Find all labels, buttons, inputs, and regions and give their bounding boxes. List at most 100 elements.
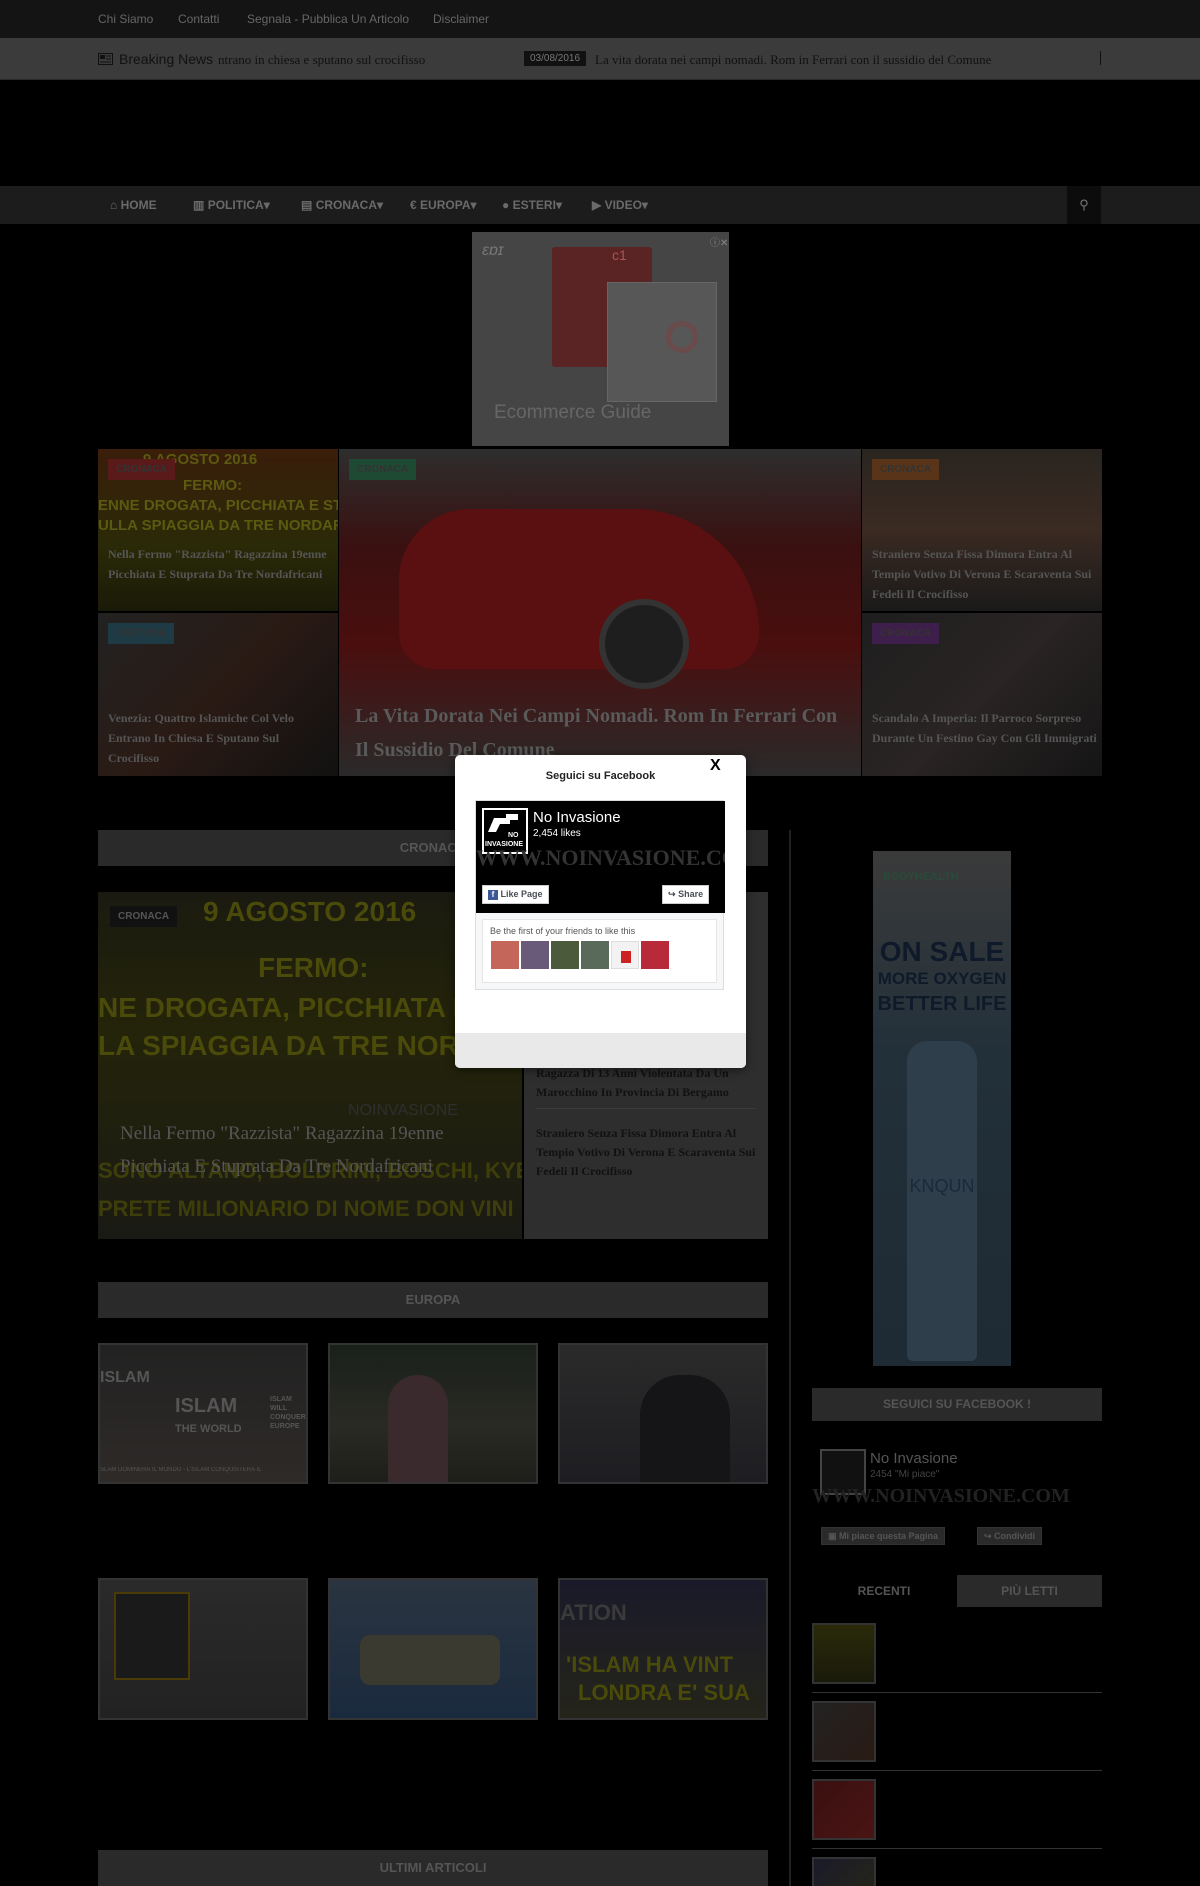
ad-caption: Ecommerce Guide	[494, 402, 652, 423]
category-badge[interactable]: CRONACA	[110, 906, 178, 927]
nav-cronaca[interactable]: ▤ CRONACA▾	[301, 198, 383, 212]
search-button[interactable]: ⚲	[1067, 186, 1101, 224]
breaking-item-2-date: 03/08/2016	[524, 51, 587, 66]
car-image-shape	[399, 509, 759, 669]
fb-likes-count: 2454 "Mi piace"	[870, 1469, 940, 1480]
friend-avatar[interactable]	[611, 941, 639, 969]
friend-avatar[interactable]	[641, 941, 669, 969]
link-segnala[interactable]: Segnala - Pubblica Un Articolo	[247, 12, 409, 26]
modal-title: Seguici su Facebook	[545, 770, 656, 782]
tab-recenti[interactable]: RECENTI	[812, 1575, 956, 1607]
ad-banner-top[interactable]: ɛɒɪ ⓘ✕ c1 Ecommerce Guide	[472, 232, 729, 446]
recent-item[interactable]	[812, 1693, 1102, 1771]
fb-share-button[interactable]: ↪ Share	[662, 885, 710, 904]
no-invasione-logo-icon	[488, 814, 518, 832]
category-badge[interactable]: CRONACA	[872, 623, 940, 644]
friend-avatar[interactable]	[491, 941, 519, 969]
fb-page-name[interactable]: No Invasione	[533, 809, 621, 826]
water-bottle	[907, 1041, 977, 1361]
list-divider	[536, 1108, 756, 1109]
facebook-icon: ▣	[828, 1531, 837, 1541]
hero-title[interactable]: Straniero Senza Fissa Dimora Entra Al Te…	[872, 544, 1100, 604]
ad-close-icon[interactable]: ⓘ✕	[710, 234, 728, 249]
fb-share-button[interactable]: ↪ Condividi	[977, 1527, 1043, 1545]
breaking-news-label: Breaking News	[98, 51, 213, 67]
europa-thumb-2[interactable]	[328, 1343, 538, 1484]
share-icon: ↪	[668, 889, 676, 899]
breaking-item-1[interactable]: ntrano in chiesa e sputano sul crocifiss…	[218, 52, 425, 68]
friend-avatar[interactable]	[551, 941, 579, 969]
fb-banner-text: WWW.NOINVASIONE.COM	[476, 845, 725, 870]
link-contatti[interactable]: Contatti	[178, 12, 219, 26]
wanted-photo-frame	[114, 1592, 190, 1680]
boat-shape	[360, 1635, 500, 1685]
person-silhouette	[388, 1375, 448, 1482]
europa-thumb-6[interactable]: ATION 'ISLAM HA VINT LONDRA E' SUA	[558, 1578, 768, 1720]
euro-icon: €	[410, 198, 417, 212]
hero-tile-right-bottom[interactable]: CRONACA Scandalo A Imperia: Il Parroco S…	[862, 613, 1102, 776]
fb-page-name[interactable]: No Invasione	[870, 1450, 958, 1467]
main-nav: ⌂ HOME ▥ POLITICA▾ ▤ CRONACA▾ € EUROPA▾ …	[0, 186, 1200, 224]
people-silhouette	[640, 1375, 730, 1482]
europa-thumb-4[interactable]	[98, 1578, 308, 1720]
nav-esteri[interactable]: ● ESTERI▾	[502, 198, 562, 212]
category-badge[interactable]: CRONACA	[349, 459, 417, 480]
facebook-modal: Seguici su Facebook X NO INVASIONE No In…	[455, 755, 746, 1068]
link-disclaimer[interactable]: Disclaimer	[433, 12, 489, 26]
hero-title[interactable]: Venezia: Quattro Islamiche Col Velo Entr…	[108, 708, 333, 768]
nav-video[interactable]: ▶ VIDEO▾	[592, 198, 648, 212]
modal-close-button[interactable]: X	[710, 757, 721, 775]
recent-thumb	[812, 1779, 876, 1840]
cronaca-list-item[interactable]: Ragazza Di 13 Anni Violentata Da Un Maro…	[536, 1064, 760, 1102]
europa-thumb-1[interactable]: ISLAM ISLAM THE WORLD ISLAM WILL CONQUER…	[98, 1343, 308, 1484]
car-wheel	[599, 599, 689, 689]
recent-thumb[interactable]	[812, 1857, 876, 1886]
breaking-separator	[1100, 51, 1101, 65]
nav-home[interactable]: ⌂ HOME	[110, 198, 157, 212]
breaking-item-2[interactable]: La vita dorata nei campi nomadi. Rom in …	[595, 52, 991, 68]
ad-card	[607, 282, 717, 402]
newspaper-icon	[98, 53, 113, 65]
friend-avatar[interactable]	[581, 941, 609, 969]
bank-icon: ▥	[193, 198, 205, 212]
recent-item[interactable]	[812, 1771, 1102, 1849]
hero-title[interactable]: Scandalo A Imperia: Il Parroco Sorpreso …	[872, 708, 1100, 748]
video-icon: ▶	[592, 198, 602, 212]
fb-like-page-button[interactable]: f Like Page	[482, 885, 549, 904]
top-bar: Chi Siamo Contatti Segnala - Pubblica Un…	[0, 0, 1200, 38]
recent-thumb	[812, 1623, 876, 1684]
europa-thumb-3[interactable]	[558, 1343, 768, 1484]
fb-banner-text: WWW.NOINVASIONE.COM	[812, 1485, 1070, 1507]
cronaca-list-item[interactable]: Straniero Senza Fissa Dimora Entra Al Te…	[536, 1124, 760, 1181]
category-badge[interactable]: CROTONE	[108, 623, 174, 644]
search-icon: ⚲	[1079, 197, 1089, 212]
section-header-europa[interactable]: EUROPA	[98, 1282, 768, 1318]
featured-title[interactable]: Nella Fermo "Razzista" Ragazzina 19enne …	[120, 1117, 470, 1183]
sidebar-divider	[789, 830, 791, 1886]
hero-title[interactable]: Nella Fermo "Razzista" Ragazzina 19enne …	[108, 544, 333, 584]
hero-tile-left-bottom[interactable]: CROTONE Venezia: Quattro Islamiche Col V…	[98, 613, 338, 776]
section-header-ultimi[interactable]: ULTIMI ARTICOLI	[98, 1850, 768, 1886]
newspaper-icon: ▤	[301, 198, 313, 212]
fb-cover: NO INVASIONE No Invasione 2,454 likes WW…	[476, 801, 725, 913]
category-badge[interactable]: CRONACA	[872, 459, 940, 480]
tab-piu-letti[interactable]: PIÙ LETTI	[957, 1575, 1102, 1607]
hero-tile-right-top[interactable]: CRONACA Straniero Senza Fissa Dimora Ent…	[862, 449, 1102, 611]
friend-avatar[interactable]	[521, 941, 549, 969]
breaking-news-bar: Breaking News ntrano in chiesa e sputano…	[0, 38, 1200, 80]
nav-europa[interactable]: € EUROPA▾	[410, 198, 477, 212]
category-badge[interactable]: CRONACA	[108, 459, 176, 480]
recent-item[interactable]	[812, 1615, 1102, 1693]
europa-thumb-5[interactable]	[328, 1578, 538, 1720]
fb-friends-text: Be the first of your friends to like thi…	[490, 926, 636, 936]
link-chi-siamo[interactable]: Chi Siamo	[98, 12, 153, 26]
modal-footer	[455, 1033, 746, 1068]
fb-like-button[interactable]: ▣ Mi piace questa Pagina	[821, 1527, 946, 1545]
hero-tile-center[interactable]: CRONACA La Vita Dorata Nei Campi Nomadi.…	[339, 449, 861, 776]
ad-brand: BODYHEALTH	[883, 871, 959, 883]
hero-tile-left-top[interactable]: 9 AGOSTO 2016 FERMO: ENNE DROGATA, PICCH…	[98, 449, 338, 611]
ad-logo: ɛɒɪ	[482, 242, 504, 259]
nav-politica[interactable]: ▥ POLITICA▾	[193, 198, 270, 212]
sidebar-fb-header: SEGUICI SU FACEBOOK !	[812, 1388, 1102, 1421]
sidebar-ad[interactable]: BODYHEALTH ON SALE MORE OXYGEN BETTER LI…	[873, 851, 1011, 1366]
